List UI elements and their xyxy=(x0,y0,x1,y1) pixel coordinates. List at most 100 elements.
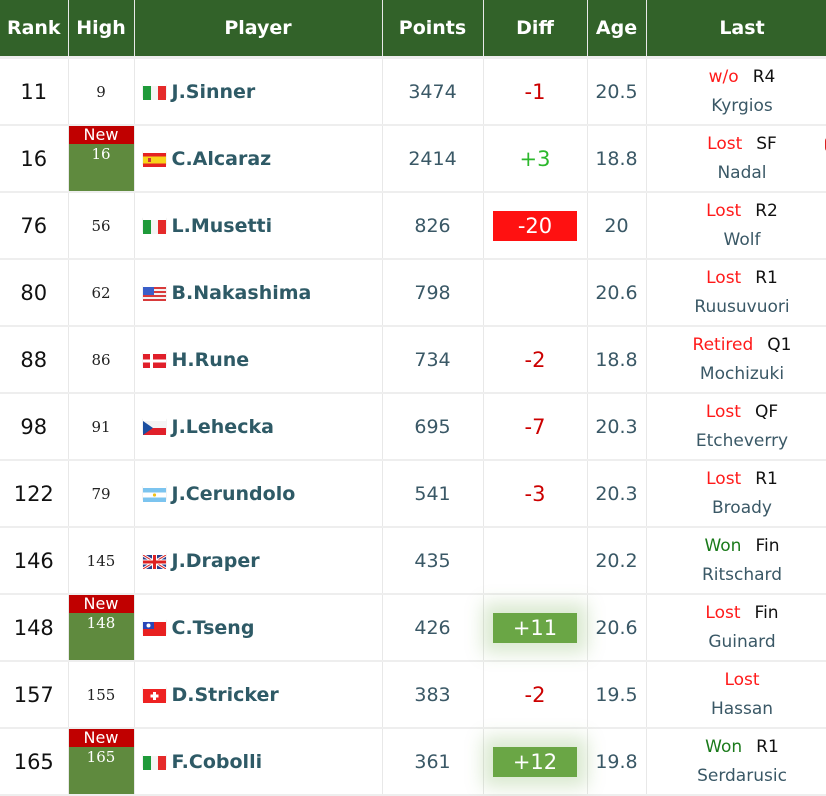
last-opponent[interactable]: Ritschard xyxy=(647,561,826,590)
rank-diff: -7 xyxy=(525,415,546,439)
player-name-link[interactable]: J.Sinner xyxy=(172,81,256,103)
points: 798 xyxy=(382,259,483,326)
last-opponent[interactable]: Serdarusic xyxy=(647,762,826,791)
player-cell[interactable]: J.Draper xyxy=(134,527,382,594)
last-result: Won xyxy=(704,536,741,556)
last-match-cell[interactable]: RetiredQ1Mochizuki xyxy=(646,326,826,393)
last-result: Retired xyxy=(693,335,754,355)
points: 734 xyxy=(382,326,483,393)
header-age[interactable]: Age xyxy=(587,0,646,58)
player-name-link[interactable]: J.Cerundolo xyxy=(172,483,296,505)
player-cell[interactable]: L.Musetti xyxy=(134,192,382,259)
last-match-cell[interactable]: LostFinGuinard xyxy=(646,594,826,661)
header-diff[interactable]: Diff xyxy=(483,0,587,58)
player-cell[interactable]: J.Cerundolo xyxy=(134,460,382,527)
last-match-cell[interactable]: WonFinRitschard xyxy=(646,527,826,594)
rank-diff: +12 xyxy=(493,747,577,777)
last-round: Fin xyxy=(755,603,779,623)
player-cell[interactable]: C.Alcaraz xyxy=(134,125,382,192)
table-row: 148New148C.Tseng426+1120.6LostFinGuinard xyxy=(0,594,826,661)
new-high-badge: New148 xyxy=(69,595,134,660)
last-match-cell[interactable]: LostSFNadal xyxy=(646,125,826,192)
last-match-cell[interactable]: LostHassan xyxy=(646,661,826,728)
last-match-cell[interactable]: w/oR4Kyrgios xyxy=(646,58,826,126)
rank: 146 xyxy=(0,527,68,594)
diff-cell: -20 xyxy=(483,192,587,259)
diff-cell: +3 xyxy=(483,125,587,192)
header-last[interactable]: Last xyxy=(646,0,826,58)
player-cell[interactable]: D.Stricker xyxy=(134,661,382,728)
table-row: 119J.Sinner3474-120.5w/oR4Kyrgios xyxy=(0,58,826,126)
last-match-cell[interactable]: LostR2Wolf xyxy=(646,192,826,259)
header-high[interactable]: High xyxy=(68,0,134,58)
last-opponent[interactable]: Mochizuki xyxy=(647,360,826,389)
rankings-table: Rank High Player Points Diff Age Last 11… xyxy=(0,0,826,796)
career-high: 145 xyxy=(68,527,134,594)
uk-flag-icon xyxy=(143,552,166,566)
high-cell: New148 xyxy=(68,594,134,661)
last-round: SF xyxy=(756,134,777,154)
career-high: 91 xyxy=(68,393,134,460)
new-label: New xyxy=(69,729,134,747)
age: 20.6 xyxy=(587,594,646,661)
header-points[interactable]: Points xyxy=(382,0,483,58)
player-name-link[interactable]: C.Tseng xyxy=(172,617,255,639)
last-match-cell[interactable]: LostR1Ruusuvuori xyxy=(646,259,826,326)
player-cell[interactable]: F.Cobolli xyxy=(134,728,382,795)
header-player[interactable]: Player xyxy=(134,0,382,58)
rank: 157 xyxy=(0,661,68,728)
player-cell[interactable]: C.Tseng xyxy=(134,594,382,661)
player-name-link[interactable]: B.Nakashima xyxy=(172,282,312,304)
table-row: 7656L.Musetti826-2020LostR2Wolf xyxy=(0,192,826,259)
last-opponent[interactable]: Etcheverry xyxy=(647,427,826,456)
player-name-link[interactable]: F.Cobolli xyxy=(172,751,263,773)
age: 19.8 xyxy=(587,728,646,795)
points: 3474 xyxy=(382,58,483,126)
table-row: 165New165F.Cobolli361+1219.8WonR1Serdaru… xyxy=(0,728,826,795)
rank: 11 xyxy=(0,58,68,126)
player-name-link[interactable]: H.Rune xyxy=(172,349,250,371)
last-opponent[interactable]: Kyrgios xyxy=(647,92,826,121)
points: 541 xyxy=(382,460,483,527)
last-result: w/o xyxy=(709,67,739,87)
table-row: 16New16C.Alcaraz2414+318.8LostSFNadal xyxy=(0,125,826,192)
rank-diff: -3 xyxy=(525,482,546,506)
diff-cell: +11 xyxy=(483,594,587,661)
age: 18.8 xyxy=(587,125,646,192)
last-match-cell[interactable]: WonR1Serdarusic xyxy=(646,728,826,795)
player-cell[interactable]: J.Lehecka xyxy=(134,393,382,460)
italy-flag-icon xyxy=(143,83,166,97)
header-row: Rank High Player Points Diff Age Last xyxy=(0,0,826,58)
last-opponent[interactable]: Wolf xyxy=(647,226,826,255)
last-match-cell[interactable]: LostR1Broady xyxy=(646,460,826,527)
points: 426 xyxy=(382,594,483,661)
last-round: R2 xyxy=(755,201,778,221)
points: 2414 xyxy=(382,125,483,192)
high-cell: New16 xyxy=(68,125,134,192)
last-opponent[interactable]: Broady xyxy=(647,494,826,523)
rank: 80 xyxy=(0,259,68,326)
player-name-link[interactable]: L.Musetti xyxy=(172,215,273,237)
last-opponent[interactable]: Nadal xyxy=(647,159,826,188)
points: 695 xyxy=(382,393,483,460)
player-name-link[interactable]: J.Lehecka xyxy=(172,416,274,438)
age: 19.5 xyxy=(587,661,646,728)
player-name-link[interactable]: J.Draper xyxy=(172,550,260,572)
diff-cell: -2 xyxy=(483,661,587,728)
player-cell[interactable]: J.Sinner xyxy=(134,58,382,126)
last-opponent[interactable]: Hassan xyxy=(647,695,826,724)
table-row: 157155D.Stricker383-219.5LostHassan xyxy=(0,661,826,728)
player-cell[interactable]: H.Rune xyxy=(134,326,382,393)
age: 20.2 xyxy=(587,527,646,594)
last-match-cell[interactable]: Lost QF Etcheverry xyxy=(646,393,826,460)
last-result: Lost xyxy=(706,402,741,422)
last-opponent[interactable]: Guinard xyxy=(647,628,826,657)
player-name-link[interactable]: C.Alcaraz xyxy=(172,148,272,170)
last-opponent[interactable]: Ruusuvuori xyxy=(647,293,826,322)
usa-flag-icon xyxy=(143,284,166,298)
player-cell[interactable]: B.Nakashima xyxy=(134,259,382,326)
last-round: QF xyxy=(755,402,778,422)
player-name-link[interactable]: D.Stricker xyxy=(172,684,279,706)
header-rank[interactable]: Rank xyxy=(0,0,68,58)
argentina-flag-icon xyxy=(143,485,166,499)
